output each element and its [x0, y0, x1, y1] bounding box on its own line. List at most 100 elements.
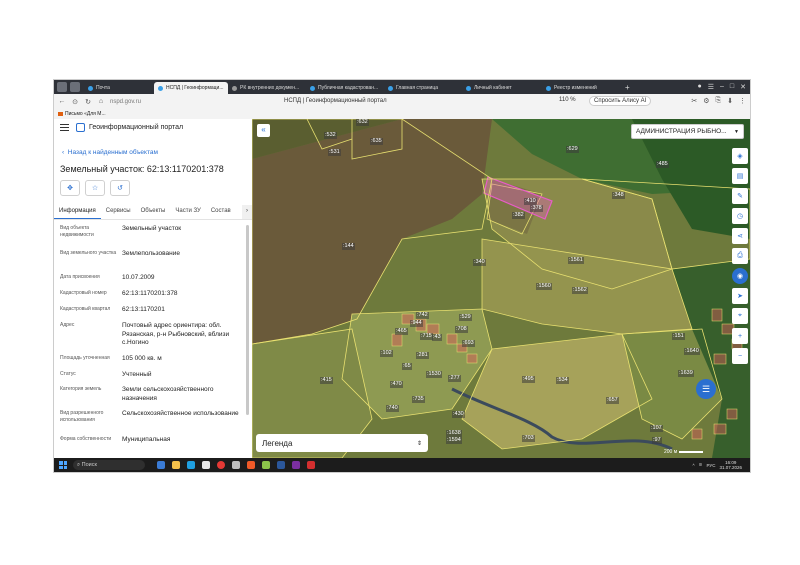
geolocate-button[interactable]: ➤ [732, 288, 748, 304]
app-icon[interactable] [232, 461, 240, 469]
parcel-label[interactable]: :281 [416, 352, 429, 359]
parcel-label[interactable]: :708 [455, 326, 468, 333]
tab-objects[interactable]: Объекты [136, 205, 171, 219]
parcel-label[interactable]: :1530 [426, 371, 442, 378]
browser-menu-icon[interactable] [57, 82, 67, 92]
profile-icon[interactable]: ● [697, 83, 701, 91]
parcel-label[interactable]: :43 [432, 334, 442, 341]
store-icon[interactable] [202, 461, 210, 469]
parcel-label[interactable]: :277 [448, 375, 461, 382]
tab-services[interactable]: Сервисы [101, 205, 136, 219]
tab-information[interactable]: Информация [54, 205, 101, 219]
home-icon[interactable]: ⊙ [70, 98, 80, 106]
tab-nspd[interactable]: НСПД | Геоинформаци... [154, 82, 228, 94]
tab-parts[interactable]: Части ЗУ [170, 205, 205, 219]
parcel-label[interactable]: :944 [410, 320, 423, 327]
map-view[interactable]: :632 :532 :635 :531 :629 :485 :348 :410 … [252, 119, 750, 458]
windows-start-icon[interactable] [59, 461, 67, 469]
maximize-icon[interactable]: □ [730, 83, 734, 91]
app-icon[interactable] [292, 461, 300, 469]
parcel-label[interactable]: :531 [328, 149, 341, 156]
close-icon[interactable]: ✕ [740, 83, 746, 91]
locate-on-map-button[interactable]: ✥ [60, 180, 80, 196]
parcel-label[interactable]: :378 [530, 205, 543, 212]
parcel-label[interactable]: :657 [606, 397, 619, 404]
parcel-label[interactable]: :97 [652, 437, 662, 444]
share-icon[interactable]: ⎘ [716, 97, 722, 105]
parcel-label[interactable]: :144 [342, 243, 355, 250]
assistant-button[interactable]: ◉ [732, 268, 748, 284]
tab-composition[interactable]: Состав [206, 205, 236, 219]
parcel-label[interactable]: :465 [395, 328, 408, 335]
parcel-label[interactable]: :382 [512, 212, 525, 219]
history-button[interactable]: ↺ [110, 180, 130, 196]
tab-public-cadastre[interactable]: Публичная кадастрован... [306, 82, 384, 94]
measure-button[interactable]: ◷ [732, 208, 748, 224]
parcel-label[interactable]: :348 [612, 192, 625, 199]
parcel-label[interactable]: :740 [386, 405, 399, 412]
task-view-icon[interactable] [157, 461, 165, 469]
minimize-icon[interactable]: – [720, 83, 724, 91]
location-button[interactable]: ⌖ [732, 308, 748, 324]
parcel-label[interactable]: :1640 [684, 348, 700, 355]
downloads-icon[interactable]: ⬇ [727, 97, 733, 105]
parcel-label[interactable]: :340 [473, 259, 486, 266]
taskbar-search[interactable]: ⌕ Поиск [73, 460, 145, 470]
collapse-panel-button[interactable]: « [257, 124, 270, 137]
favorite-button[interactable]: ☆ [85, 180, 105, 196]
zoom-out-button[interactable]: − [732, 348, 748, 364]
parcel-label[interactable]: :1562 [572, 287, 588, 294]
reload-icon[interactable]: ↻ [83, 98, 93, 106]
pdf-icon[interactable] [307, 461, 315, 469]
parcel-label[interactable]: :107 [650, 425, 663, 432]
parcel-label[interactable]: :1560 [536, 283, 552, 290]
parcel-label[interactable]: :485 [656, 161, 669, 168]
parcel-label[interactable]: :410 [524, 198, 537, 205]
wifi-icon[interactable]: ≋ [699, 462, 703, 468]
parcel-label[interactable]: :534 [556, 377, 569, 384]
parcel-label[interactable]: :742 [416, 312, 429, 319]
word-icon[interactable] [277, 461, 285, 469]
parcel-label[interactable]: :1594 [446, 437, 462, 444]
parcel-label[interactable]: :470 [390, 381, 403, 388]
bookmarks-icon[interactable]: ☰ [708, 83, 714, 91]
panel-scrollbar[interactable] [246, 225, 249, 415]
parcel-label[interactable]: :1561 [568, 257, 584, 264]
url-field[interactable]: nspd.gov.ru [110, 99, 141, 105]
tab-mail[interactable]: Почта [84, 82, 154, 94]
legend-panel[interactable]: Легенда ⇕ [256, 434, 428, 452]
basemap-button[interactable]: ▤ [732, 168, 748, 184]
parcel-label[interactable]: :102 [380, 350, 393, 357]
yandex-browser-icon[interactable] [217, 461, 225, 469]
parcel-label[interactable]: :151 [672, 333, 685, 340]
parcel-label[interactable]: :430 [452, 411, 465, 418]
parcel-label[interactable]: :715 [420, 333, 433, 340]
draw-button[interactable]: ✎ [732, 188, 748, 204]
parcel-label[interactable]: :415 [320, 377, 333, 384]
layers-button[interactable]: ◈ [732, 148, 748, 164]
tab-documents[interactable]: РК внутренних докумен... [228, 82, 306, 94]
tab-registry[interactable]: Реестр изменений [542, 82, 622, 94]
admin-select[interactable]: АДМИНИСТРАЦИЯ РЫБНО... ▼ [631, 124, 744, 139]
bookmark-item[interactable]: Письмо «Для М... [65, 111, 106, 117]
parcel-label[interactable]: :635 [370, 138, 383, 145]
zoom-in-button[interactable]: + [732, 328, 748, 344]
chat-button[interactable]: ☰ [696, 379, 716, 399]
tray-arrow-icon[interactable]: ^ [693, 463, 695, 468]
back-to-results-link[interactable]: ‹ Назад к найденным объектам [62, 149, 158, 156]
tabs-scroll-right-icon[interactable]: › [242, 205, 252, 219]
file-explorer-icon[interactable] [172, 461, 180, 469]
app-icon[interactable] [262, 461, 270, 469]
tab-home[interactable]: Главная страница [384, 82, 462, 94]
back-arrow-icon[interactable]: ← [57, 98, 67, 105]
share-map-button[interactable]: ⋖ [732, 228, 748, 244]
edge-icon[interactable] [187, 461, 195, 469]
parcel-label[interactable]: :529 [459, 314, 472, 321]
menu-icon[interactable] [60, 122, 69, 133]
parcel-label[interactable]: :532 [324, 132, 337, 139]
clock[interactable]: 16:09 31.07.2026 [719, 460, 742, 470]
tabs-overview-icon[interactable] [70, 82, 80, 92]
parcel-label[interactable]: :1639 [678, 370, 694, 377]
parcel-label[interactable]: :65 [402, 363, 412, 370]
zoom-level[interactable]: 110 % [559, 97, 576, 103]
